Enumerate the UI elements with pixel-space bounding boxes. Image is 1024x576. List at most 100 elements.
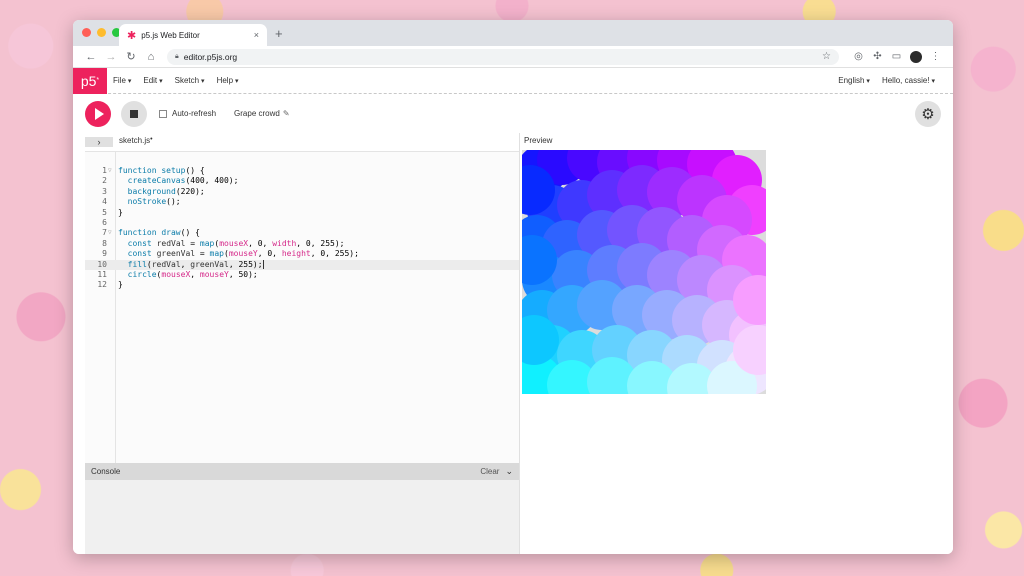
menu-sketch[interactable]: Sketch [175, 76, 205, 85]
play-icon [95, 107, 104, 120]
code-line[interactable]: 3 background(220); [85, 187, 519, 197]
file-tab[interactable]: sketch.js• [119, 136, 153, 145]
line-number: 7 [102, 228, 107, 238]
p5-favicon-icon: ✱ [127, 29, 137, 42]
code-text: background(220); [127, 186, 205, 196]
code-text: } [118, 280, 123, 290]
code-text: const greenVal = map(mouseY, 0, height, … [127, 249, 359, 259]
home-icon[interactable]: ⌂ [141, 51, 161, 63]
main-menu: File Edit Sketch Help [113, 76, 238, 85]
code-line[interactable]: 6 [85, 218, 519, 228]
code-line[interactable]: 8 const redVal = map(mouseX, 0, width, 0… [85, 239, 519, 249]
stop-icon [130, 109, 138, 118]
sketch-toolbar: Auto-refresh Grape crowd ✎ ⚙ [73, 94, 953, 134]
auto-refresh-toggle[interactable]: Auto-refresh [159, 109, 216, 118]
code-text: fill(redVal, greenVal, 255); [127, 259, 264, 269]
line-number: 10 [97, 259, 107, 269]
code-text: const redVal = map(mouseX, 0, width, 0, … [127, 238, 345, 248]
code-text: function setup() { [118, 166, 205, 175]
sketch-name-text: Grape crowd [234, 109, 280, 118]
code-text: } [118, 207, 123, 217]
console-header: Console Clear ⌄ [85, 463, 519, 480]
code-editor[interactable]: 1 ▽ function setup() {2 createCanvas(400, … [85, 151, 519, 463]
settings-gear-icon[interactable]: ⚙ [915, 101, 941, 127]
console-clear-button[interactable]: Clear [480, 467, 499, 476]
tab-title: p5.js Web Editor [141, 30, 200, 40]
puzzle-extensions-icon[interactable]: ✣ [868, 51, 887, 62]
code-line[interactable]: 2 createCanvas(400, 400); [85, 176, 519, 186]
line-number: 5 [102, 207, 107, 217]
menu-help[interactable]: Help [217, 76, 239, 85]
close-window-button[interactable] [82, 28, 91, 37]
chevron-right-icon: › [97, 137, 101, 147]
menu-edit[interactable]: Edit [143, 76, 162, 85]
new-tab-button[interactable]: + [275, 26, 283, 41]
fold-icon[interactable]: ▽ [108, 228, 112, 238]
code-text: function draw() { [118, 228, 200, 238]
code-line[interactable]: 1 ▽ function setup() { [85, 166, 519, 176]
window-controls [82, 28, 121, 37]
chevron-down-icon[interactable]: ⌄ [505, 466, 513, 477]
line-number: 9 [102, 249, 107, 259]
more-menu-icon[interactable]: ⋮ [926, 51, 945, 62]
sketch-canvas[interactable] [522, 150, 766, 394]
code-line[interactable]: 11 circle(mouseX, mouseY, 50); [85, 270, 519, 280]
auto-refresh-checkbox[interactable] [159, 109, 167, 118]
cast-icon[interactable]: ▭ [887, 51, 906, 62]
bookmark-star-icon[interactable]: ☆ [822, 51, 831, 62]
code-line[interactable]: 9 const greenVal = map(mouseY, 0, height… [85, 249, 519, 259]
extension-icon[interactable]: ◎ [849, 51, 868, 62]
file-name: sketch.js [119, 136, 151, 145]
code-line[interactable]: 5} [85, 208, 519, 218]
menu-file[interactable]: File [113, 76, 131, 85]
code-text: noStroke(); [127, 197, 181, 207]
code-lines[interactable]: 1 ▽ function setup() {2 createCanvas(400, … [85, 166, 519, 291]
sidebar-toggle-button[interactable]: › [85, 137, 113, 147]
play-button[interactable] [85, 100, 111, 127]
browser-window: ✱ p5.js Web Editor × + ← → ↻ ⌂ 🔒︎ editor… [73, 20, 953, 554]
browser-tab-strip: ✱ p5.js Web Editor × + [73, 20, 953, 46]
browser-tab[interactable]: ✱ p5.js Web Editor × [119, 24, 267, 46]
console-panel: Console Clear ⌄ [85, 463, 519, 554]
fold-icon[interactable]: ▽ [108, 166, 112, 176]
code-line[interactable]: 7 ▽ function draw() { [85, 228, 519, 238]
code-text: createCanvas(400, 400); [127, 176, 239, 186]
unsaved-indicator: • [150, 136, 153, 143]
lock-icon: 🔒︎ [175, 52, 179, 60]
back-icon[interactable]: ← [81, 51, 101, 63]
reload-icon[interactable]: ↻ [121, 50, 141, 63]
code-line[interactable]: 10 fill(redVal, greenVal, 255); [85, 259, 519, 270]
user-menu: English Hello, cassie! [838, 76, 953, 85]
workspace: › sketch.js• 1 ▽ function setup() {2 creat… [73, 133, 953, 554]
code-line[interactable]: 12} [85, 280, 519, 290]
line-number: 3 [102, 186, 107, 196]
p5-nav-bar: p5* File Edit Sketch Help English Hello,… [73, 67, 953, 94]
tab-close-icon[interactable]: × [254, 30, 259, 40]
line-number: 2 [102, 176, 107, 186]
auto-refresh-label: Auto-refresh [172, 109, 217, 118]
line-number: 1 [102, 166, 107, 175]
logo-mark: * [96, 77, 100, 84]
account-dropdown[interactable]: Hello, cassie! [882, 76, 935, 85]
address-bar-row: ← → ↻ ⌂ 🔒︎ editor.p5js.org ☆ ◎ ✣ ▭ ⋮ [73, 46, 953, 68]
url-text: editor.p5js.org [183, 51, 238, 62]
code-line[interactable]: 4 noStroke(); [85, 197, 519, 207]
profile-avatar[interactable] [910, 50, 922, 63]
url-input[interactable]: 🔒︎ editor.p5js.org ☆ [167, 48, 839, 65]
code-text: circle(mouseX, mouseY, 50); [127, 269, 258, 279]
p5-logo[interactable]: p5 * [73, 67, 107, 94]
sketch-name[interactable]: Grape crowd ✎ [234, 109, 290, 118]
preview-label: Preview [524, 136, 553, 145]
logo-text: p5 [80, 72, 97, 89]
minimize-window-button[interactable] [97, 28, 106, 37]
line-number: 6 [102, 217, 107, 227]
forward-icon[interactable]: → [101, 51, 121, 63]
console-title: Console [91, 467, 121, 476]
language-dropdown[interactable]: English [838, 76, 870, 85]
line-number: 8 [102, 238, 107, 248]
stop-button[interactable] [121, 100, 147, 127]
line-number: 4 [102, 197, 107, 207]
line-number: 12 [97, 280, 107, 290]
line-number: 11 [97, 269, 107, 279]
pencil-icon[interactable]: ✎ [283, 109, 290, 118]
